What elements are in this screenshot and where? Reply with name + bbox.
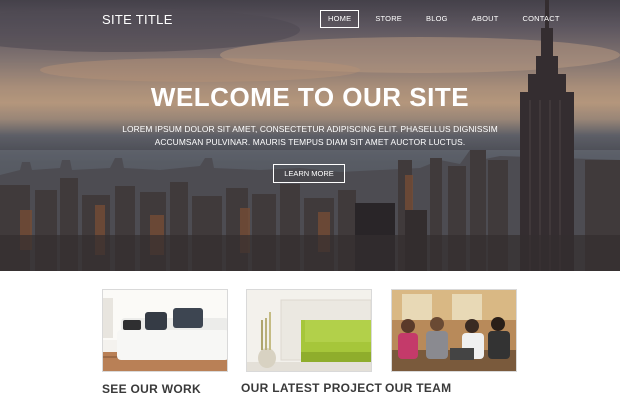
team-meeting-image[interactable] bbox=[391, 289, 517, 372]
feature-title: OUR LATEST PROJECT bbox=[241, 381, 383, 395]
nav-store[interactable]: STORE bbox=[367, 10, 410, 28]
hero-banner: SITE TITLE HOME STORE BLOG ABOUT CONTACT… bbox=[0, 0, 620, 271]
living-room-sofa-image[interactable] bbox=[102, 289, 228, 372]
hero-title: WELCOME TO OUR SITE bbox=[150, 82, 470, 112]
feature-title: SEE OUR WORK bbox=[102, 382, 201, 396]
site-title[interactable]: SITE TITLE bbox=[102, 12, 173, 27]
nav-blog[interactable]: BLOG bbox=[418, 10, 456, 28]
hero-subtitle: LOREM IPSUM DOLOR SIT AMET, CONSECTETUR … bbox=[122, 124, 498, 147]
nav-contact[interactable]: CONTACT bbox=[515, 10, 568, 28]
nav-about[interactable]: ABOUT bbox=[464, 10, 507, 28]
feature-title: OUR TEAM bbox=[385, 381, 452, 395]
main-nav: HOME STORE BLOG ABOUT CONTACT bbox=[320, 10, 576, 28]
learn-more-button[interactable]: LEARN MORE bbox=[273, 164, 345, 183]
nav-home[interactable]: HOME bbox=[320, 10, 360, 28]
green-chair-vase-image[interactable] bbox=[246, 289, 372, 372]
